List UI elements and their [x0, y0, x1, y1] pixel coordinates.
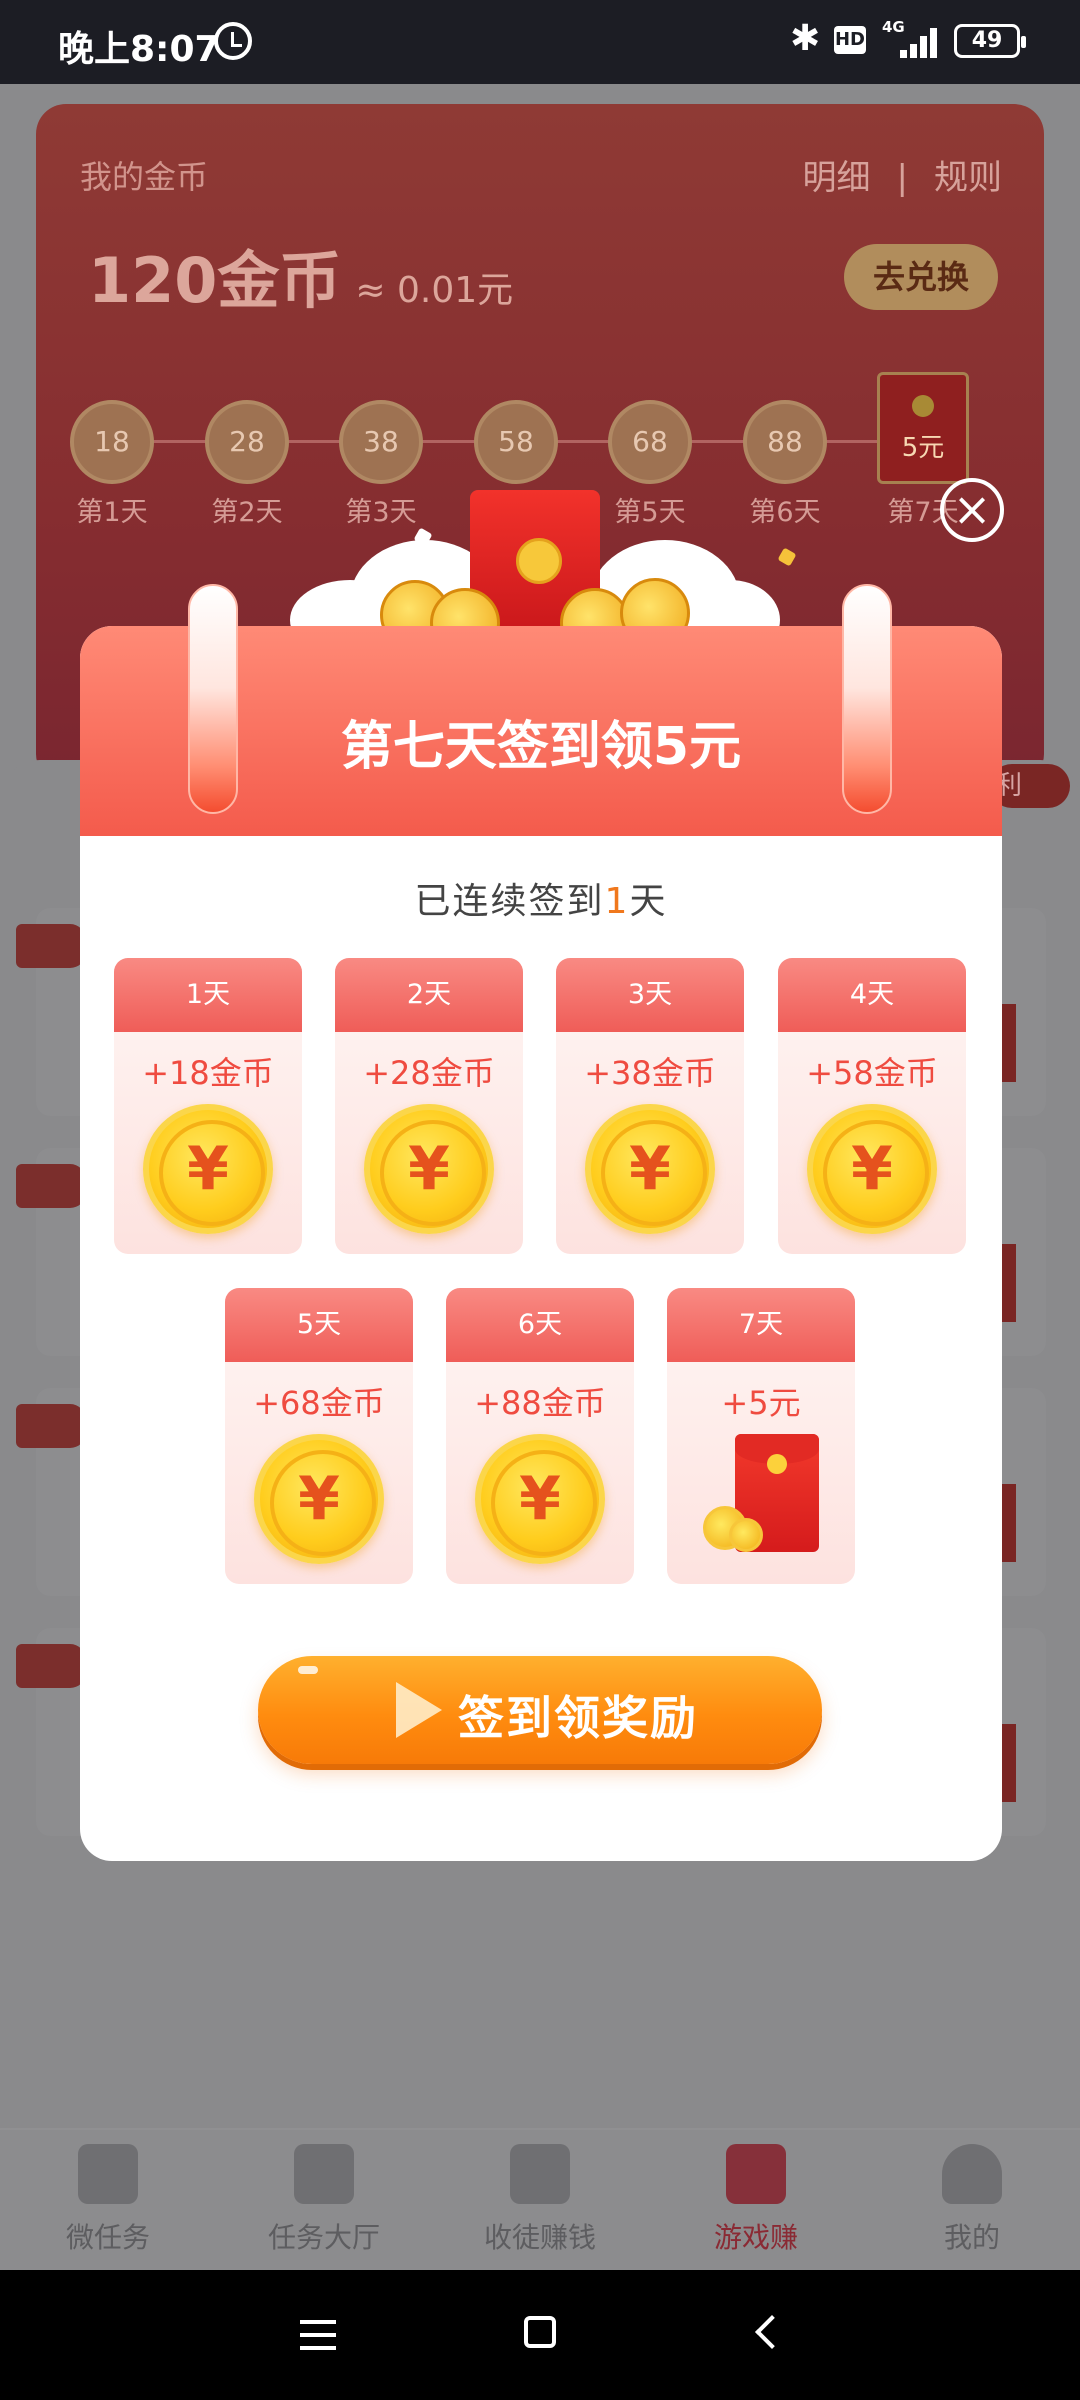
coin-amount-value: 120金币	[88, 244, 342, 317]
day-card-label: 3天	[556, 958, 744, 1032]
coin-symbol: ¥	[187, 1134, 229, 1204]
gold-coin-icon: ¥	[364, 1104, 494, 1234]
nav-item-mine[interactable]: 我的	[892, 2144, 1052, 2256]
bottom-nav: 微任务 任务大厅 收徒赚钱 游戏赚 我的	[0, 2128, 1080, 2270]
status-time: 晚上8:07	[58, 29, 220, 70]
clipboard-check-icon	[78, 2144, 138, 2204]
play-icon	[396, 1682, 442, 1738]
nav-item-micro-task[interactable]: 微任务	[28, 2144, 188, 2256]
button-shine	[298, 1666, 318, 1674]
calendar-ring-left	[184, 584, 242, 816]
task-tag	[16, 1644, 86, 1688]
streak-prefix: 已连续签到	[414, 881, 605, 922]
detail-link[interactable]: 明细	[803, 158, 871, 198]
gold-coin-icon: ¥	[475, 1434, 605, 1564]
day-card-reward: +38金币	[584, 1054, 716, 1092]
coin-symbol: ¥	[408, 1134, 450, 1204]
grid-icon	[294, 2144, 354, 2204]
nav-label: 任务大厅	[267, 2221, 380, 2254]
link-separator: |	[896, 158, 908, 198]
gold-coin-icon: ¥	[254, 1434, 384, 1564]
modal-decoration	[290, 470, 797, 660]
coin-card-links: 明细 | 规则	[803, 150, 1002, 199]
signal-icon	[882, 22, 938, 58]
day-card-6: 6天 +88金币 ¥	[446, 1288, 634, 1584]
coin-icon	[729, 1518, 763, 1552]
close-button[interactable]: ×	[940, 478, 1004, 542]
bluetooth-icon: ✱	[790, 18, 821, 59]
coin-symbol: ¥	[298, 1464, 340, 1534]
hd-icon: HD	[834, 26, 866, 54]
day-card-label: 7天	[667, 1288, 855, 1362]
coin-amount: 120金币 ≈ 0.01元	[88, 230, 513, 320]
system-nav-bar	[0, 2270, 1080, 2400]
home-icon[interactable]	[524, 2316, 556, 2348]
coin-symbol: ¥	[629, 1134, 671, 1204]
gold-coin-icon: ¥	[585, 1104, 715, 1234]
track-node-1: 18	[70, 400, 154, 484]
track-node-2: 28	[205, 400, 289, 484]
day-card-reward: +18金币	[142, 1054, 274, 1092]
coin-card-title: 我的金币	[80, 158, 209, 196]
claim-reward-label: 签到领奖励	[458, 1691, 698, 1745]
task-tag	[16, 1164, 86, 1208]
task-tag	[16, 1404, 86, 1448]
gamepad-icon	[726, 2144, 786, 2204]
day-card-3: 3天 +38金币 ¥	[556, 958, 744, 1254]
day-card-1: 1天 +18金币 ¥	[114, 958, 302, 1254]
back-icon[interactable]	[755, 2315, 789, 2349]
battery-icon: 49	[954, 24, 1026, 58]
track-node-7-redpacket: 5元	[877, 372, 969, 484]
nav-label: 微任务	[65, 2221, 150, 2254]
exchange-button[interactable]: 去兑换	[844, 244, 998, 310]
day-card-reward: +5元	[721, 1384, 801, 1422]
claim-reward-button[interactable]: 签到领奖励	[258, 1656, 822, 1764]
calendar-ring-right	[838, 584, 896, 816]
streak-count: 1	[604, 881, 630, 922]
track-label-1: 第1天	[76, 497, 148, 528]
envelope-plus-icon	[510, 2144, 570, 2204]
gold-coin-icon: ¥	[143, 1104, 273, 1234]
nav-item-invite[interactable]: 收徒赚钱	[460, 2144, 620, 2256]
menu-icon[interactable]	[300, 2320, 336, 2350]
rules-link[interactable]: 规则	[934, 158, 1002, 198]
day-card-4: 4天 +58金币 ¥	[778, 958, 966, 1254]
day-card-label: 6天	[446, 1288, 634, 1362]
day-card-5: 5天 +68金币 ¥	[225, 1288, 413, 1584]
streak-suffix: 天	[629, 881, 668, 922]
gold-coin-icon: ¥	[807, 1104, 937, 1234]
task-tag	[16, 924, 86, 968]
streak-text: 已连续签到1天	[80, 872, 1002, 924]
day-card-7: 7天 +5元	[667, 1288, 855, 1584]
nav-item-task-hall[interactable]: 任务大厅	[244, 2144, 404, 2256]
coin-amount-approx: ≈ 0.01元	[355, 270, 514, 311]
track-label-2: 第2天	[211, 497, 283, 528]
nav-item-game[interactable]: 游戏赚	[676, 2144, 836, 2256]
day-card-2: 2天 +28金币 ¥	[335, 958, 523, 1254]
day-card-reward: +28金币	[363, 1054, 495, 1092]
day-card-label: 1天	[114, 958, 302, 1032]
day-card-label: 2天	[335, 958, 523, 1032]
day-card-reward: +88金币	[474, 1384, 606, 1422]
day-card-label: 4天	[778, 958, 966, 1032]
coin-symbol: ¥	[851, 1134, 893, 1204]
day-card-reward: +68金币	[253, 1384, 385, 1422]
nav-label: 我的	[943, 2221, 1000, 2254]
person-icon	[942, 2144, 1002, 2204]
day-card-reward: +58金币	[806, 1054, 938, 1092]
welfare-badge[interactable]: 利	[990, 764, 1070, 808]
coin-symbol: ¥	[519, 1464, 561, 1534]
alarm-icon	[214, 22, 252, 60]
day-card-label: 5天	[225, 1288, 413, 1362]
status-bar: 晚上8:07 ✱ HD 4G 49	[0, 0, 1080, 84]
nav-label: 游戏赚	[713, 2221, 798, 2254]
nav-label: 收徒赚钱	[483, 2221, 596, 2254]
